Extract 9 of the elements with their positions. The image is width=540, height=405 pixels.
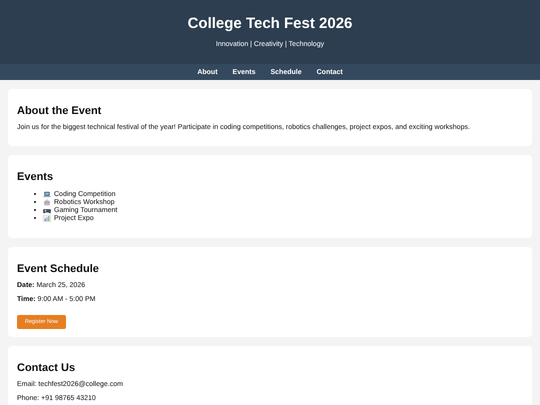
- site-title: College Tech Fest 2026: [188, 15, 352, 32]
- laptop-icon: [43, 190, 51, 198]
- section-heading: Event Schedule: [17, 263, 99, 275]
- section-heading: About the Event: [17, 105, 102, 117]
- section-heading: Events: [17, 171, 54, 183]
- gamepad-icon: [43, 206, 51, 214]
- bar-chart-icon: [43, 214, 51, 222]
- robot-icon: [43, 198, 51, 206]
- section-heading: Contact Us: [17, 362, 76, 374]
